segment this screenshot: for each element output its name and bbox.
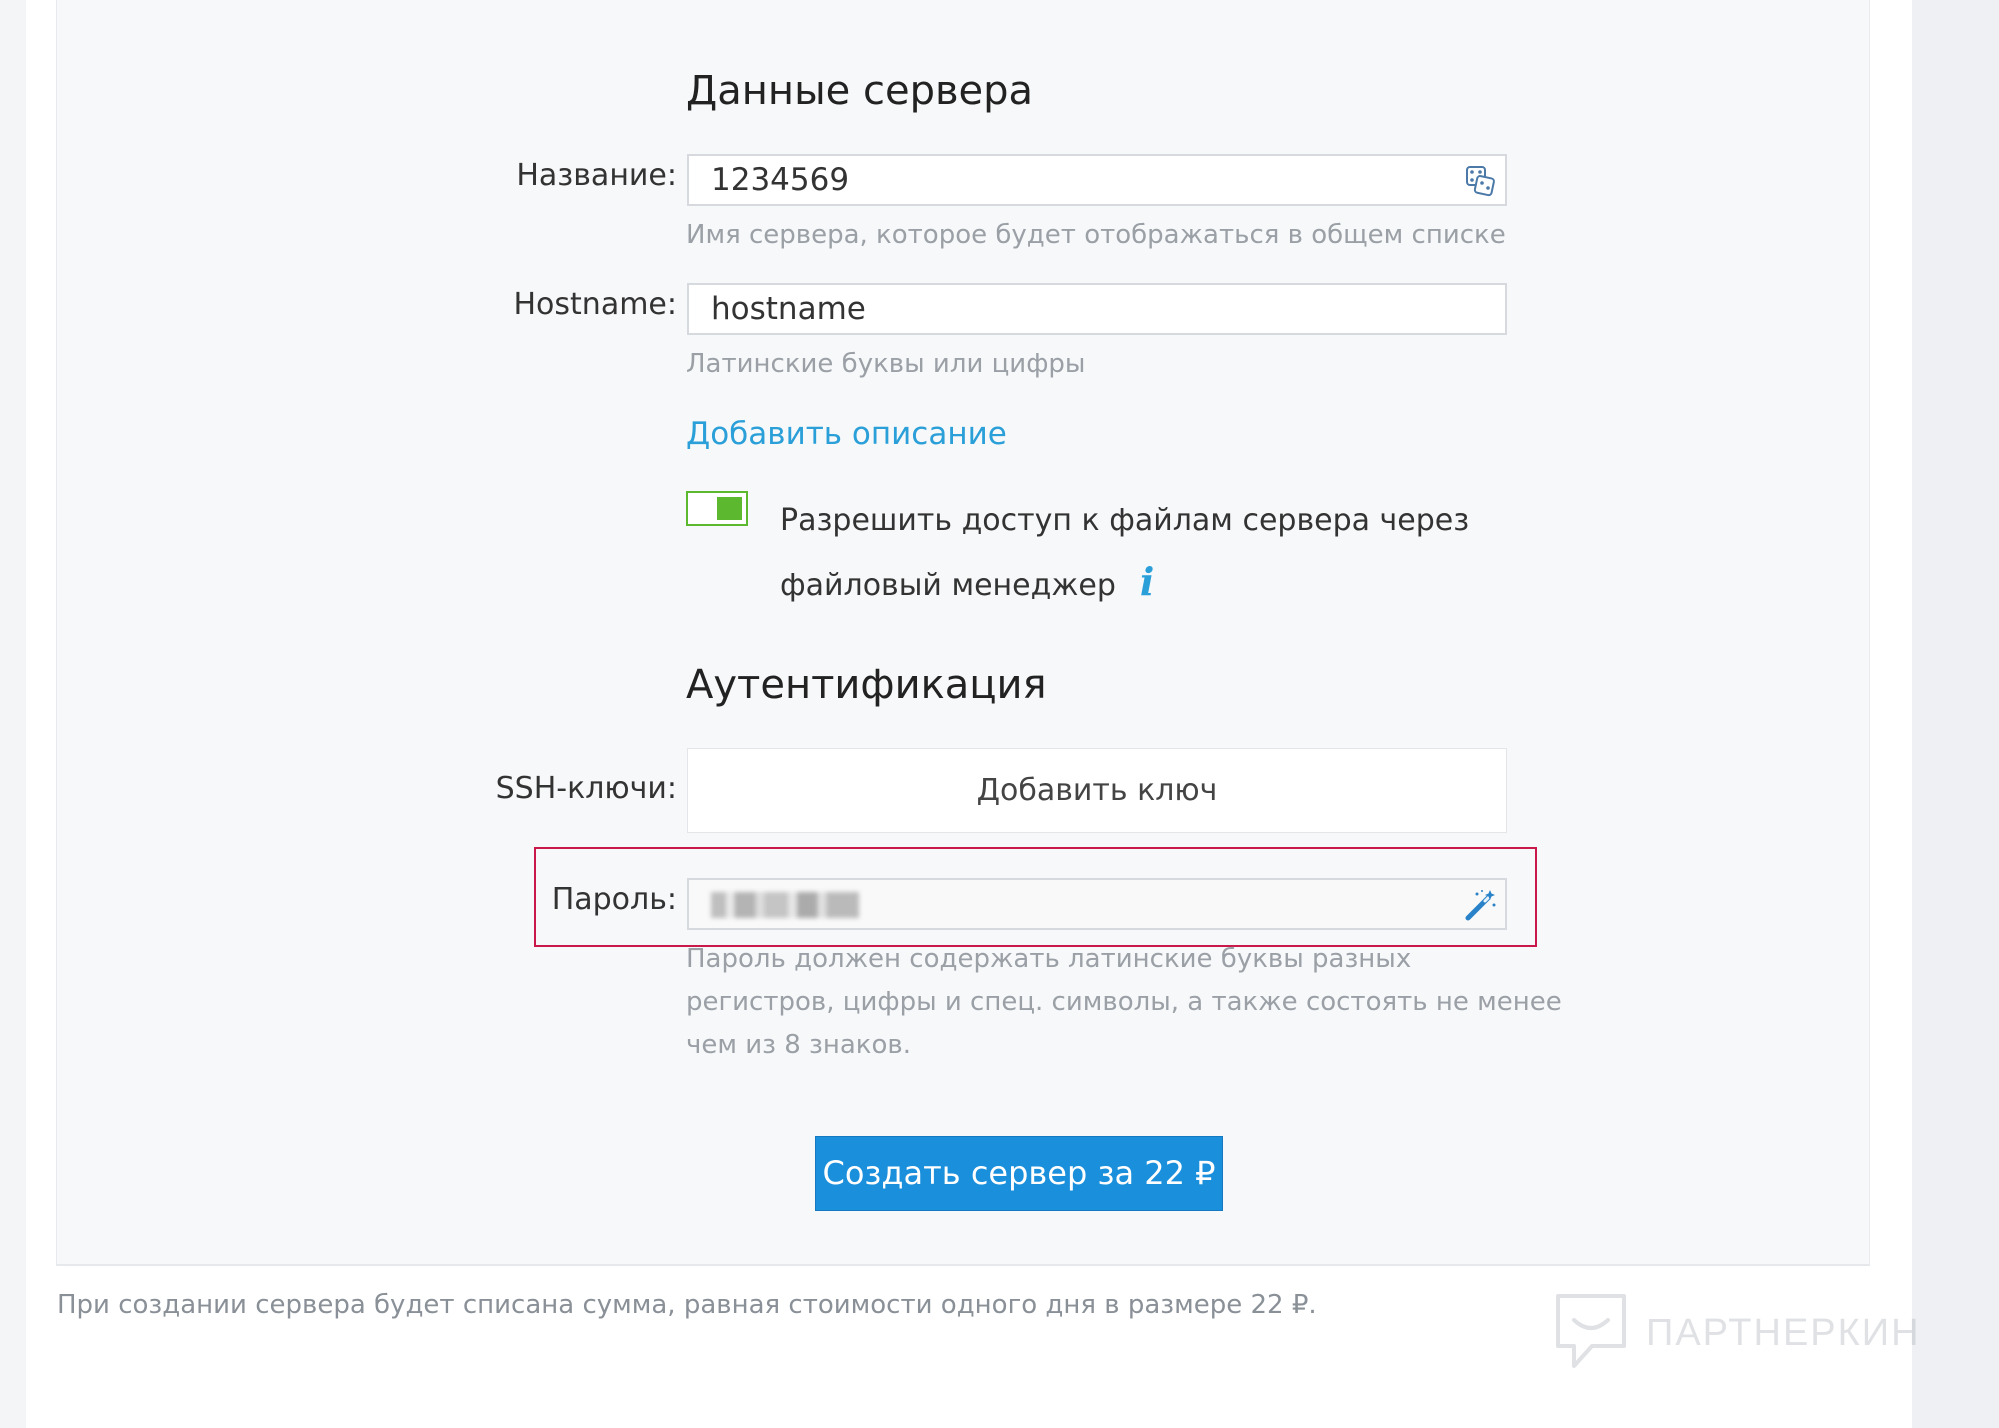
info-icon[interactable]: i: [1140, 559, 1154, 604]
password-value-blurred: [711, 892, 859, 918]
server-form-panel: Данные сервера Название: 1234569 Имя сер…: [56, 0, 1870, 1266]
dice-icon[interactable]: [1463, 164, 1497, 198]
password-hint-line-3: чем из 8 знаков.: [686, 1030, 911, 1060]
left-page-edge: [0, 0, 26, 1428]
add-description-link[interactable]: Добавить описание: [686, 416, 1007, 452]
password-hint-line-2: регистров, цифры и спец. символы, а такж…: [686, 987, 1562, 1017]
password-label: Пароль:: [551, 882, 677, 917]
ssh-keys-label: SSH-ключи:: [495, 771, 677, 806]
chat-bubble-logo-icon: [1556, 1294, 1626, 1368]
server-data-heading: Данные сервера: [686, 68, 1034, 114]
name-label: Название:: [516, 158, 677, 193]
hostname-input-value: hostname: [711, 291, 866, 327]
toggle-knob: [717, 497, 742, 520]
hostname-input[interactable]: hostname: [687, 283, 1507, 335]
name-input-value: 1234569: [711, 162, 850, 198]
name-hint: Имя сервера, которое будет отображаться …: [686, 220, 1506, 250]
auth-heading: Аутентификация: [686, 662, 1047, 708]
file-access-label-line2: файловый менеджер: [780, 568, 1116, 603]
name-input[interactable]: 1234569: [687, 154, 1507, 206]
file-access-label: Разрешить доступ к файлам сервера через …: [780, 490, 1469, 616]
create-server-button[interactable]: Создать сервер за 22 ₽: [815, 1136, 1223, 1211]
hostname-hint: Латинские буквы или цифры: [686, 349, 1086, 379]
billing-note: При создании сервера будет списана сумма…: [57, 1290, 1317, 1320]
password-input[interactable]: [687, 878, 1507, 930]
watermark-text: ПАРТНЕРКИН: [1646, 1311, 1921, 1354]
add-ssh-key-button[interactable]: Добавить ключ: [687, 748, 1507, 833]
password-hint-line-1: Пароль должен содержать латинские буквы …: [686, 944, 1412, 974]
file-access-label-line1: Разрешить доступ к файлам сервера через: [780, 503, 1470, 538]
file-access-label-line2-row: файловый менеджер i: [780, 551, 1469, 616]
right-page-edge: [1912, 0, 1999, 1428]
file-access-toggle[interactable]: [686, 491, 748, 526]
watermark: ПАРТНЕРКИН: [1552, 1290, 1921, 1376]
password-hint: Пароль должен содержать латинские буквы …: [686, 938, 1562, 1067]
hostname-label: Hostname:: [513, 287, 678, 322]
magic-wand-icon[interactable]: [1463, 888, 1497, 922]
